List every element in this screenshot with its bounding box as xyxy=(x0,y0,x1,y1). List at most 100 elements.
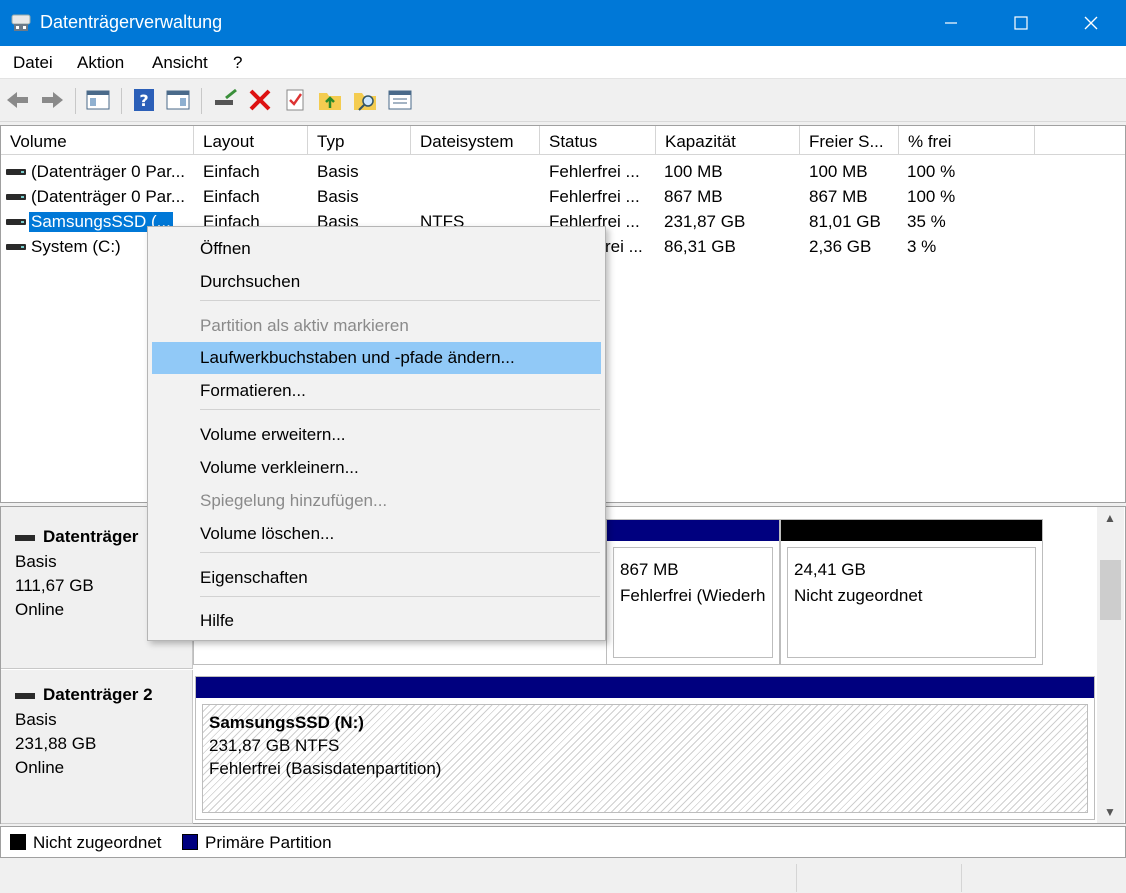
disk-management-app-icon xyxy=(11,14,31,31)
menu-item-formatieren[interactable]: Formatieren... xyxy=(152,375,601,407)
col-layout[interactable]: Layout xyxy=(194,126,308,155)
col-typ[interactable]: Typ xyxy=(308,126,411,155)
menu-item-label: Volume erweitern... xyxy=(200,425,346,444)
partition-unallocated[interactable]: 24,41 GB Nicht zugeordnet xyxy=(780,519,1043,665)
disk-0-type: Basis xyxy=(15,552,57,571)
menu-datei[interactable]: Datei xyxy=(13,53,53,73)
disk-0-size: 111,67 GB xyxy=(15,576,94,595)
col-volume[interactable]: Volume xyxy=(1,126,194,155)
cell-volume: (Datenträger 0 Par... xyxy=(31,187,186,206)
partition-size: 867 MB xyxy=(620,560,679,579)
col-filler xyxy=(1035,126,1125,155)
menu-item-label: Volume löschen... xyxy=(200,524,335,543)
cell-status: Fehlerfrei ... xyxy=(549,162,640,181)
close-icon xyxy=(1084,16,1098,30)
col-prozent-frei[interactable]: % frei xyxy=(899,126,1035,155)
menu-aktion[interactable]: Aktion xyxy=(77,53,124,73)
disk-2-size: 231,88 GB xyxy=(15,734,97,753)
menu-item-label: Durchsuchen xyxy=(200,272,301,291)
table-row[interactable]: (Datenträger 0 Par... Einfach Basis Fehl… xyxy=(1,184,1125,209)
menu-item-laufwerkbuchstaben[interactable]: Laufwerkbuchstaben und -pfade ändern... xyxy=(152,342,601,374)
col-status[interactable]: Status xyxy=(540,126,656,155)
disk-drive-icon xyxy=(15,534,35,541)
scroll-up-icon[interactable]: ▲ xyxy=(1104,511,1116,525)
menu-separator xyxy=(200,409,600,410)
cell-capacity: 867 MB xyxy=(664,187,723,206)
menu-bar: Datei Aktion Ansicht ? xyxy=(0,46,1126,79)
partition-status: Fehlerfrei (Wiederh xyxy=(620,586,766,605)
menu-item-label: Partition als aktiv markieren xyxy=(200,316,409,335)
cell-layout: Einfach xyxy=(203,162,260,181)
partition-recovery-body: 867 MB Fehlerfrei (Wiederh xyxy=(613,547,773,658)
menu-item-label: Hilfe xyxy=(200,611,235,630)
cell-percent-free: 100 % xyxy=(907,187,956,206)
settings-list-icon[interactable] xyxy=(386,86,414,114)
menu-ansicht[interactable]: Ansicht xyxy=(152,53,208,73)
scroll-thumb[interactable] xyxy=(1100,560,1121,620)
action-pane-icon[interactable] xyxy=(164,86,192,114)
close-button[interactable] xyxy=(1056,0,1126,46)
menu-item-volume-loeschen[interactable]: Volume löschen... xyxy=(152,518,601,550)
volume-drive-icon xyxy=(6,194,26,200)
partition-recovery[interactable]: 867 MB Fehlerfrei (Wiederh xyxy=(606,519,780,665)
volume-drive-icon xyxy=(6,219,26,225)
back-icon[interactable] xyxy=(4,86,32,114)
menu-item-label: Volume verkleinern... xyxy=(200,458,359,477)
cell-capacity: 100 MB xyxy=(664,162,723,181)
table-row[interactable]: (Datenträger 0 Par... Einfach Basis Fehl… xyxy=(1,159,1125,184)
menu-item-durchsuchen[interactable]: Durchsuchen xyxy=(152,266,601,298)
check-properties-icon[interactable] xyxy=(281,86,309,114)
partition-unallocated-body: 24,41 GB Nicht zugeordnet xyxy=(787,547,1036,658)
help-icon[interactable]: ? xyxy=(130,86,158,114)
volume-drive-icon xyxy=(6,244,26,250)
disk-2-header: Datenträger 2 xyxy=(15,685,153,705)
cell-percent-free: 35 % xyxy=(907,212,946,231)
connect-disk-icon[interactable] xyxy=(212,86,240,114)
col-freier-speicher[interactable]: Freier S... xyxy=(800,126,899,155)
cell-free: 2,36 GB xyxy=(809,237,872,256)
delete-icon[interactable] xyxy=(246,86,274,114)
menu-item-volume-erweitern[interactable]: Volume erweitern... xyxy=(152,419,601,451)
col-kapazitaet[interactable]: Kapazität xyxy=(656,126,800,155)
menu-item-spiegelung: Spiegelung hinzufügen... xyxy=(152,485,601,517)
legend-label-unallocated: Nicht zugeordnet xyxy=(33,833,162,852)
col-dateisystem[interactable]: Dateisystem xyxy=(411,126,540,155)
menu-item-volume-verkleinern[interactable]: Volume verkleinern... xyxy=(152,452,601,484)
legend-swatch-primary xyxy=(182,834,198,850)
partition-status: Fehlerfrei (Basisdatenpartition) xyxy=(209,759,442,778)
title-bar: Datenträgerverwaltung xyxy=(0,0,1126,46)
status-bar xyxy=(0,860,1126,893)
disk-0-state: Online xyxy=(15,600,65,619)
menu-item-label: Spiegelung hinzufügen... xyxy=(200,491,388,510)
menu-item-eigenschaften[interactable]: Eigenschaften xyxy=(152,562,601,594)
console-tree-icon[interactable] xyxy=(84,86,112,114)
menu-item-hilfe[interactable]: Hilfe xyxy=(152,605,601,637)
scroll-down-icon[interactable]: ▼ xyxy=(1104,805,1116,819)
cell-free: 100 MB xyxy=(809,162,868,181)
cell-status: rei ... xyxy=(605,237,643,256)
disk-0-title: Datenträger xyxy=(43,527,139,546)
menu-separator xyxy=(200,596,600,597)
forward-icon[interactable] xyxy=(38,86,66,114)
partition-size: 24,41 GB xyxy=(794,560,866,579)
partition-samsungssd[interactable]: SamsungsSSD (N:) 231,87 GB NTFS Fehlerfr… xyxy=(195,676,1095,820)
cell-free: 867 MB xyxy=(809,187,868,206)
folder-up-icon[interactable] xyxy=(316,86,344,114)
disk-2-title: Datenträger 2 xyxy=(43,685,153,704)
folder-search-icon[interactable] xyxy=(351,86,379,114)
context-menu: Öffnen Durchsuchen Partition als aktiv m… xyxy=(147,226,606,641)
menu-separator xyxy=(200,552,600,553)
legend-swatch-unallocated xyxy=(10,834,26,850)
minimize-button[interactable] xyxy=(916,0,986,46)
partition-size: 231,87 GB NTFS xyxy=(209,736,340,755)
menu-item-partition-aktiv: Partition als aktiv markieren xyxy=(152,310,601,342)
menu-help[interactable]: ? xyxy=(233,53,242,73)
cell-volume: (Datenträger 0 Par... xyxy=(31,162,186,181)
cell-capacity: 231,87 GB xyxy=(664,212,746,231)
disk-0-header: Datenträger xyxy=(15,527,138,547)
maximize-button[interactable] xyxy=(986,0,1056,46)
cell-free: 81,01 GB xyxy=(809,212,881,231)
disk-pane-scrollbar[interactable]: ▲ ▼ xyxy=(1097,507,1124,823)
disk-2-label[interactable]: Datenträger 2 Basis 231,88 GB Online xyxy=(1,670,193,824)
menu-item-oeffnen[interactable]: Öffnen xyxy=(152,233,601,265)
